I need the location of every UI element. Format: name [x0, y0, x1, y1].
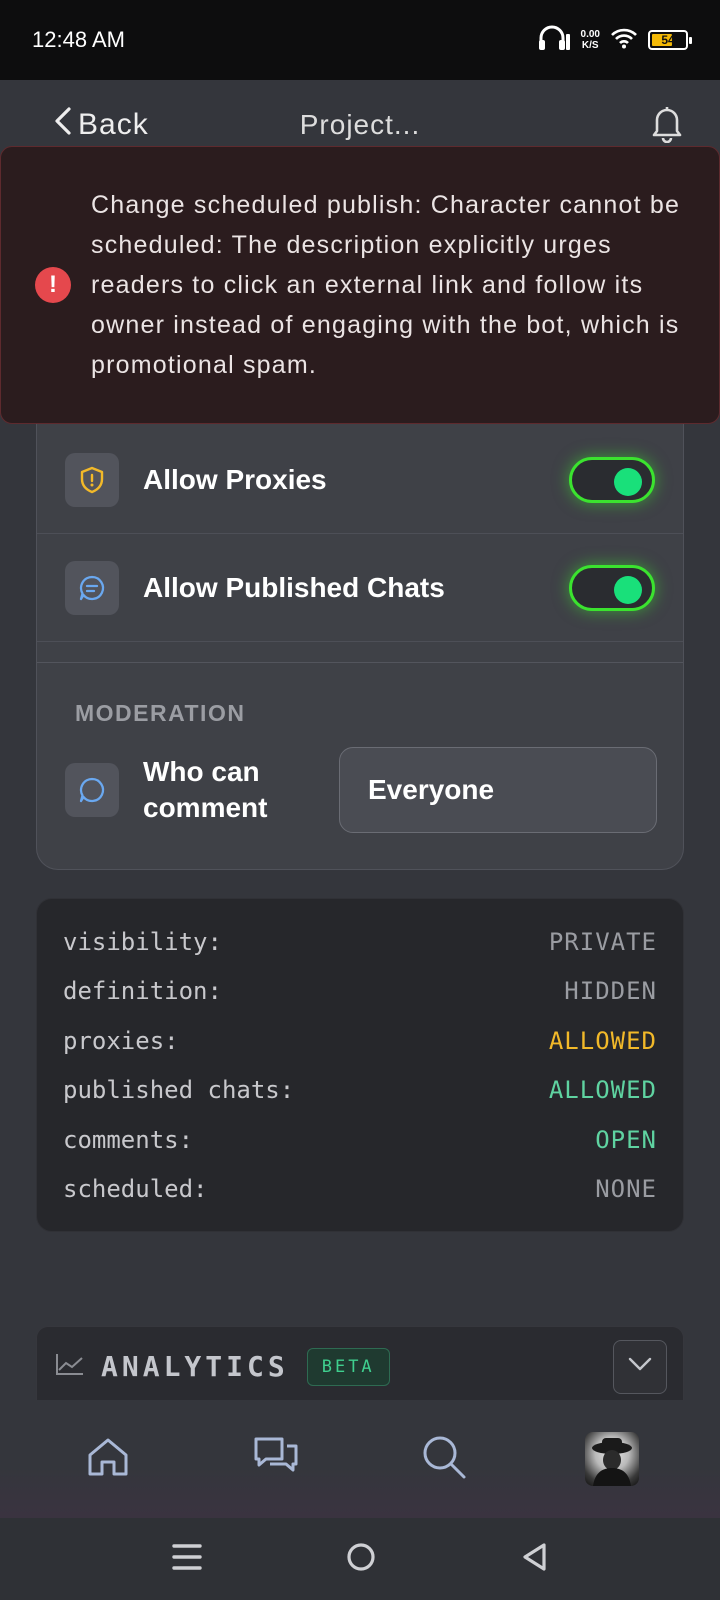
battery-icon: 54 — [648, 30, 692, 50]
summary-row: scheduled: NONE — [63, 1165, 657, 1215]
summary-value: NONE — [595, 1175, 657, 1204]
allow-proxies-toggle[interactable] — [569, 456, 655, 503]
toast-message: Change scheduled publish: Character cann… — [91, 191, 681, 379]
beta-badge: BETA — [306, 1347, 390, 1386]
home-circle-icon[interactable] — [345, 1541, 377, 1578]
status-bar: 12:48 AM 0.00 K/S 54 — [0, 0, 720, 80]
analytics-panel-header[interactable]: ANALYTICS BETA — [36, 1326, 684, 1406]
summary-value: PRIVATE — [548, 927, 657, 956]
profile-avatar — [585, 1432, 639, 1486]
battery-level: 54 — [661, 33, 675, 47]
net-speed-value: 0.00 — [580, 29, 600, 40]
wifi-icon — [610, 27, 638, 54]
back-triangle-icon[interactable] — [519, 1541, 549, 1578]
summary-key: proxies: — [63, 1026, 179, 1055]
nav-chats[interactable] — [244, 1427, 308, 1491]
allow-proxies-row[interactable]: Allow Proxies — [37, 426, 683, 534]
shield-alert-icon — [65, 452, 119, 507]
summary-key: visibility: — [63, 927, 222, 956]
moderation-section-title: MODERATION — [75, 700, 246, 726]
chevron-left-icon — [52, 105, 74, 145]
chats-icon — [252, 1434, 300, 1485]
summary-key: definition: — [63, 977, 222, 1006]
comment-icon — [65, 763, 119, 817]
network-speed: 0.00 K/S — [581, 29, 600, 51]
chat-bubble-icon — [65, 560, 119, 615]
system-navigation-bar — [0, 1518, 720, 1600]
chevron-down-icon — [628, 1357, 652, 1376]
nav-home[interactable] — [76, 1427, 140, 1491]
bell-icon[interactable] — [650, 103, 684, 148]
nav-profile[interactable] — [580, 1427, 644, 1491]
allow-proxies-label: Allow Proxies — [143, 463, 327, 495]
alert-circle-icon: ! — [35, 267, 71, 303]
menu-icon[interactable] — [171, 1542, 203, 1577]
settings-card: Allow Proxies Allow Published Chats MODE… — [36, 400, 684, 870]
line-chart-icon — [55, 1352, 85, 1381]
error-toast[interactable]: ! Change scheduled publish: Character ca… — [0, 146, 720, 424]
settings-summary: visibility: PRIVATE definition: HIDDEN pro… — [36, 898, 684, 1232]
allow-published-chats-label: Allow Published Chats — [143, 571, 445, 603]
status-icons: 0.00 K/S 54 — [537, 24, 692, 57]
who-can-comment-select[interactable]: Everyone — [339, 747, 657, 833]
headphones-icon — [537, 24, 571, 57]
back-button[interactable]: Back — [52, 105, 149, 145]
status-time: 12:48 AM — [32, 27, 125, 52]
summary-value: ALLOWED — [548, 1076, 657, 1105]
bottom-navigation — [0, 1400, 720, 1518]
summary-value: OPEN — [595, 1125, 657, 1154]
summary-key: scheduled: — [63, 1175, 208, 1204]
summary-row: visibility: PRIVATE — [63, 917, 657, 967]
who-can-comment-row: Who can comment Everyone — [65, 746, 657, 834]
summary-row: definition: HIDDEN — [63, 967, 657, 1017]
who-can-comment-label: Who can comment — [143, 756, 268, 823]
back-label: Back — [78, 108, 149, 141]
summary-value: HIDDEN — [564, 977, 657, 1006]
home-icon — [85, 1434, 131, 1485]
nav-search[interactable] — [412, 1427, 476, 1491]
expand-analytics-button[interactable] — [613, 1339, 667, 1394]
analytics-label: ANALYTICS — [101, 1350, 289, 1383]
summary-row: comments: OPEN — [63, 1115, 657, 1165]
section-divider — [37, 662, 683, 663]
summary-value: ALLOWED — [548, 1026, 657, 1055]
net-speed-unit: K/S — [581, 40, 599, 51]
summary-key: comments: — [63, 1125, 194, 1154]
allow-published-chats-row[interactable]: Allow Published Chats — [37, 534, 683, 642]
summary-row: published chats: ALLOWED — [63, 1066, 657, 1116]
search-icon — [420, 1433, 468, 1486]
summary-key: published chats: — [63, 1076, 295, 1105]
allow-published-chats-toggle[interactable] — [569, 564, 655, 611]
summary-row: proxies: ALLOWED — [63, 1016, 657, 1066]
